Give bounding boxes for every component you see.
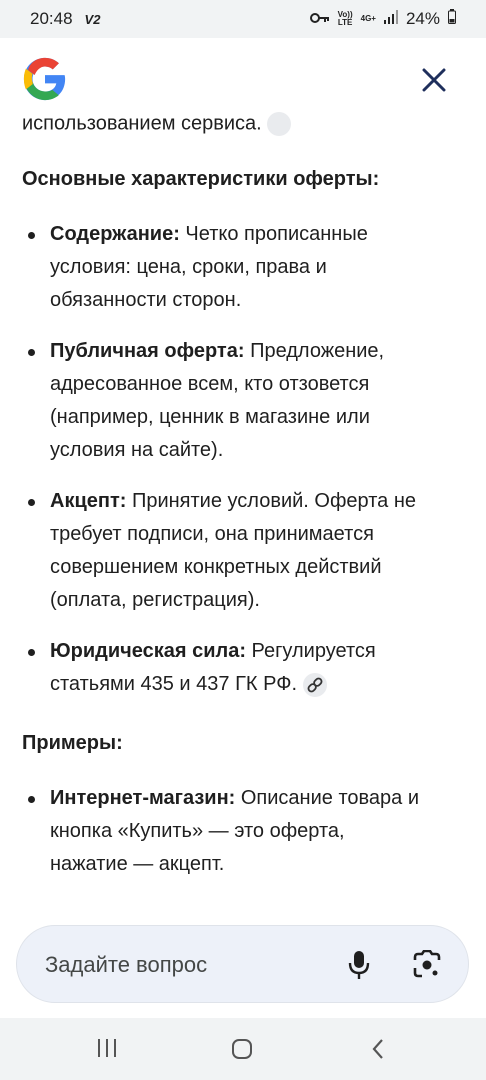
item-text: условия на сайте). [50, 439, 224, 461]
item-text: (например, ценник в магазине или [50, 406, 370, 428]
status-time: 20:48 [30, 9, 73, 28]
header [0, 38, 486, 120]
recents-button[interactable] [96, 1038, 118, 1063]
item-text: Описание товара и [235, 787, 420, 809]
home-button[interactable] [230, 1038, 254, 1065]
item-term: Интернет-магазин: [50, 787, 236, 809]
lens-button[interactable] [411, 949, 443, 980]
close-button[interactable] [422, 68, 446, 92]
link-icon [307, 677, 323, 693]
item-text: Принятие условий. Оферта не [126, 490, 416, 512]
signal-icon [383, 9, 398, 29]
list-item: Акцепт: Принятие условий. Оферта не треб… [28, 485, 470, 617]
status-bar: 20:48 V2 Vo)) LTE 4G+ 24% [0, 0, 486, 38]
google-lens-icon [413, 949, 441, 978]
item-text: (оплата, регистрация). [50, 589, 260, 611]
recents-icon [98, 1039, 116, 1057]
list-item: Публичная оферта: Предложение, адресован… [28, 335, 470, 467]
item-text: статьями 435 и 437 ГК РФ. [50, 673, 298, 695]
system-nav-bar [0, 1018, 486, 1080]
status-carrier: V2 [84, 11, 101, 27]
list-item: Интернет-магазин: Описание товара и кноп… [28, 782, 470, 881]
partial-line-text: использованием сервиса. [22, 112, 262, 135]
item-term: Акцепт: [50, 490, 127, 512]
google-g-logo [22, 56, 68, 102]
network-type: 4G+ [360, 14, 376, 23]
item-text: обязанности сторон. [50, 289, 242, 311]
item-text: нажатие — акцепт. [50, 853, 225, 875]
list-item: Содержание: Четко прописанные условия: ц… [28, 218, 470, 317]
item-text: адресованное всем, кто отзовется [50, 373, 370, 395]
list-item: Юридическая сила: Регулируется статьями … [28, 635, 470, 701]
item-term: Публичная оферта: [50, 340, 245, 362]
source-chip[interactable] [267, 112, 292, 136]
battery-icon [448, 9, 456, 29]
item-text: Регулируется [246, 640, 376, 662]
item-text: требует подписи, она принимается [50, 523, 374, 545]
ask-input[interactable]: Задайте вопрос [45, 952, 207, 978]
section-title-characteristics: Основные характеристики оферты: [22, 168, 380, 190]
status-right: Vo)) LTE 4G+ 24% [309, 9, 456, 29]
item-term: Содержание: [50, 223, 180, 245]
home-icon [232, 1039, 252, 1059]
partial-line: использованием сервиса. [22, 112, 292, 136]
item-text: кнопка «Купить» — это оферта, [50, 820, 345, 842]
close-icon [422, 68, 446, 92]
item-term: Юридическая сила: [50, 640, 246, 662]
volte-indicator: Vo)) LTE [338, 11, 353, 27]
answer-content: использованием сервиса. Основные характе… [0, 110, 486, 918]
battery-percent: 24% [405, 9, 440, 28]
mic-button[interactable] [345, 950, 373, 980]
item-text: совершением конкретных действий [50, 556, 382, 578]
item-text: условия: цена, сроки, права и [50, 256, 327, 278]
section-title-examples: Примеры: [22, 732, 123, 754]
item-text: Четко прописанные [179, 223, 368, 245]
ask-bar[interactable]: Задайте вопрос [16, 925, 469, 1003]
link-chip[interactable] [302, 672, 327, 697]
back-icon [372, 1039, 383, 1059]
item-text: Предложение, [244, 340, 385, 362]
key-icon [309, 9, 330, 29]
back-button[interactable] [370, 1038, 386, 1065]
mic-icon [348, 951, 370, 979]
status-left: 20:48 V2 [30, 9, 100, 29]
volte-bottom: LTE [337, 18, 353, 27]
